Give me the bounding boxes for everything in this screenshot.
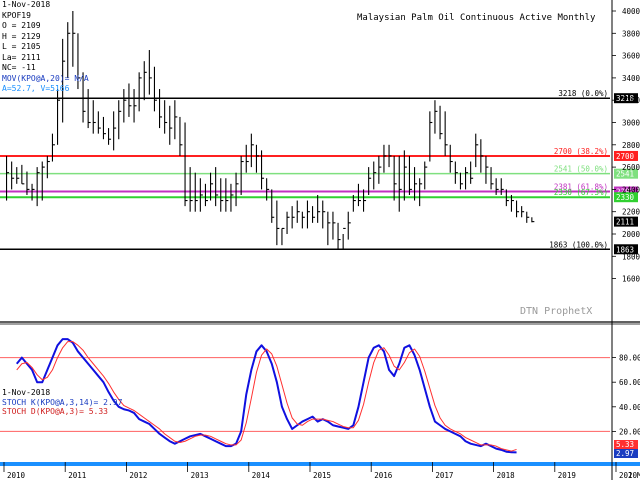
- quote-open: O = 2109: [2, 21, 41, 30]
- quote-mov: MOV(KPO@A,20)= N/A: [2, 73, 89, 83]
- x-tick-label: 2010: [7, 471, 26, 480]
- stoch-d-tag-text: 5.33: [616, 440, 634, 449]
- x-tick-label: 2011: [68, 471, 86, 480]
- stoch-k-tag-text: 2.97: [616, 449, 634, 458]
- quote-high: H = 2129: [2, 31, 41, 41]
- y-tick-label: 1600: [622, 275, 640, 284]
- x-tick-label: 2015: [313, 471, 331, 480]
- x-tick-label: 2013: [191, 471, 209, 480]
- stoch-y-tick-label: 60.00: [619, 378, 640, 387]
- fib-level-label: 2330 (67.3%): [554, 188, 608, 197]
- y-tick-label: 2400: [622, 185, 640, 194]
- quote-symbol: KPOF19: [2, 10, 31, 20]
- quote-date: 1-Nov-2018: [2, 0, 51, 9]
- stoch-legend-k: STOCH K(KPO@A,3,14)= 2.97: [2, 397, 123, 407]
- y-tick-label: 2600: [622, 163, 640, 172]
- stoch-legend: 1-Nov-2018 STOCH K(KPO@A,3,14)= 2.97 STO…: [2, 388, 122, 417]
- y-tick-label: 3200: [622, 96, 640, 105]
- x-tick-label: 2014: [252, 471, 271, 480]
- quote-av: A=52.7, V=5166: [2, 84, 70, 93]
- x-tick-label: 2017: [435, 471, 453, 480]
- stoch-legend-date: 1-Nov-2018: [2, 388, 51, 397]
- quote-low: L = 2105: [2, 42, 41, 51]
- stoch-legend-d: STOCH D(KPO@A,3)= 5.33: [2, 407, 108, 416]
- y-tick-label: 2800: [622, 141, 640, 150]
- fib-level-label: 2541 (50.0%): [554, 165, 608, 174]
- axis-price-tag-text: 2700: [616, 152, 635, 161]
- fib-level-label: 1863 (100.0%): [549, 240, 608, 249]
- last-price-tag-text: 2111: [616, 218, 634, 227]
- y-tick-label: 2000: [622, 230, 640, 239]
- stoch-y-tick-label: 80.00: [619, 354, 640, 363]
- x-tick-label: 2016: [374, 471, 393, 480]
- quote-net-change: NC= -11: [2, 63, 36, 72]
- x-tick-label: 2012: [129, 471, 147, 480]
- x-tick-label: 1 Mon: [628, 471, 640, 480]
- y-tick-label: 1800: [622, 252, 640, 261]
- watermark: DTN ProphetX: [520, 306, 593, 317]
- y-tick-label: 3600: [622, 52, 640, 61]
- chart-title: Malaysian Palm Oil Continuous Active Mon…: [357, 13, 596, 23]
- y-tick-label: 3800: [622, 29, 640, 38]
- y-tick-label: 4000: [622, 7, 640, 16]
- y-tick-label: 2200: [622, 208, 640, 217]
- fib-level-label: 3218 (0.0%): [558, 89, 608, 98]
- quote-last: La= 2111: [2, 52, 41, 62]
- quote-info-panel: 1-Nov-2018 KPOF19 O = 2109 H = 2129 L = …: [2, 0, 89, 95]
- y-tick-label: 3400: [622, 74, 640, 83]
- y-tick-label: 3000: [622, 119, 640, 128]
- x-tick-label: 2019: [558, 471, 576, 480]
- stoch-y-tick-label: 20.00: [619, 427, 640, 436]
- stoch-y-tick-label: 40.00: [619, 403, 640, 412]
- fib-level-label: 2700 (38.2%): [554, 147, 608, 156]
- x-tick-label: 2018: [497, 471, 516, 480]
- axis-price-tag-text: 2330: [616, 193, 635, 202]
- chart-root: 3218 (0.0%) 3218 2700 (38.2%) 2700 2541 (50.…: [0, 0, 640, 480]
- time-axis-band: [0, 462, 640, 466]
